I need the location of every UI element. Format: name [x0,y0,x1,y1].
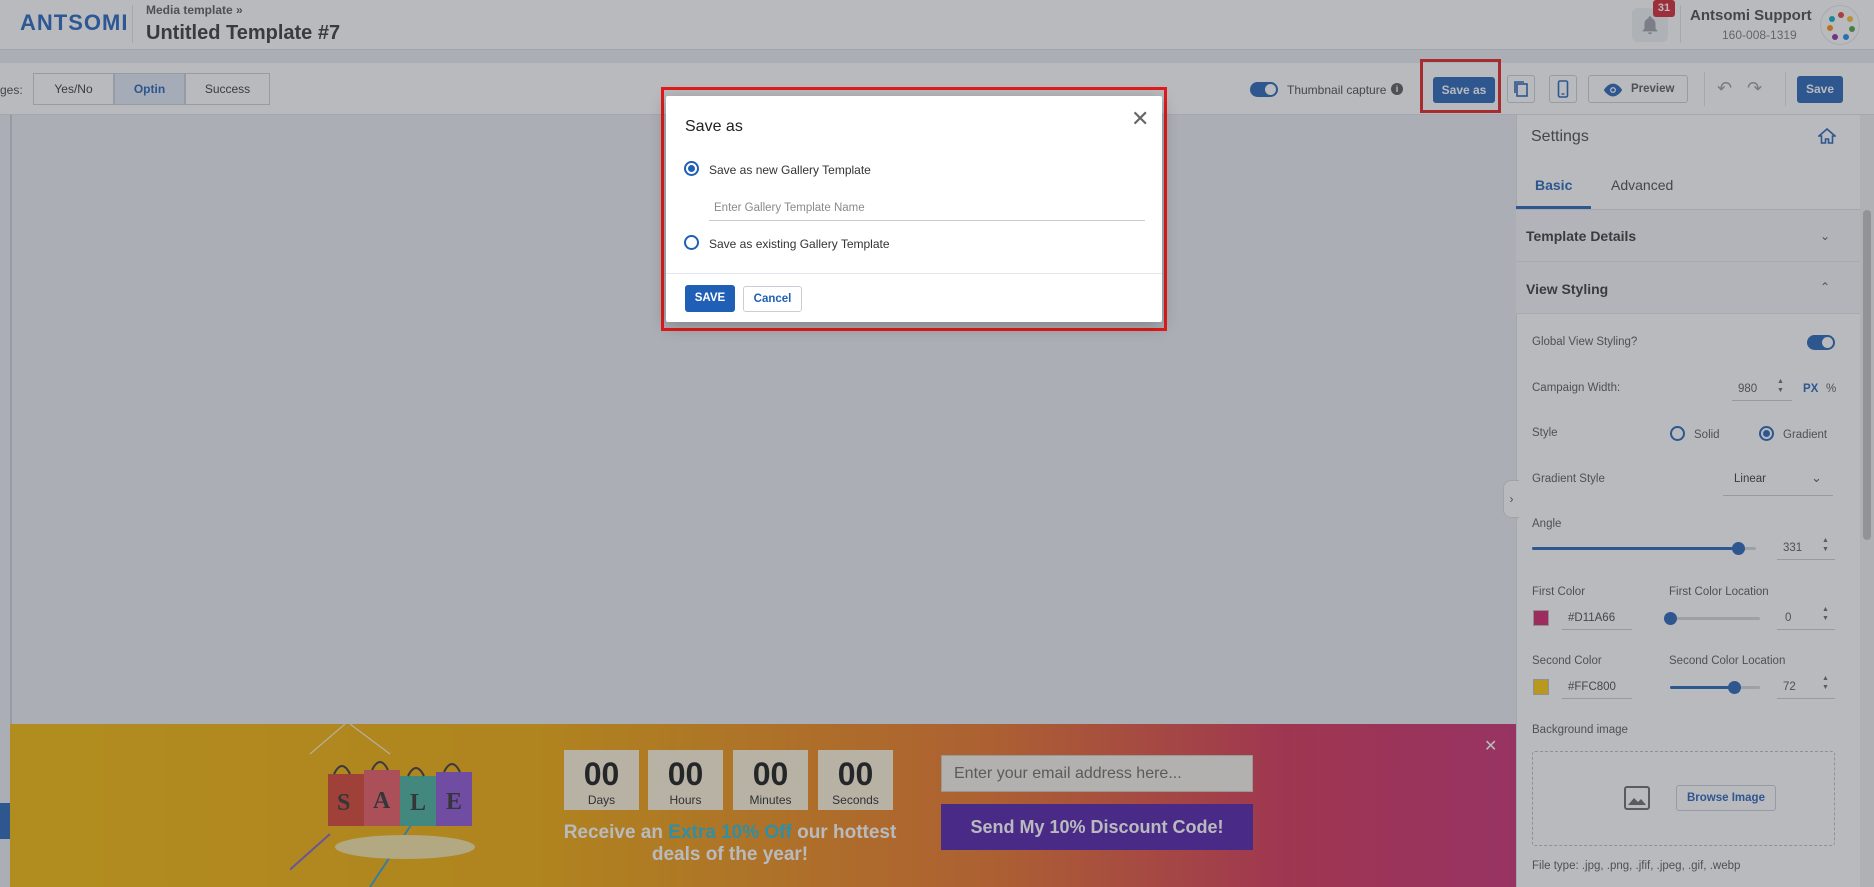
gallery-template-name-input[interactable] [709,195,1145,221]
save-new-label[interactable]: Save as new Gallery Template [709,163,871,177]
save-existing-label[interactable]: Save as existing Gallery Template [709,237,890,251]
dialog-title: Save as [685,118,743,135]
close-icon[interactable]: ✕ [1131,108,1149,130]
save-existing-radio[interactable] [684,235,699,250]
dialog-cancel-button[interactable]: Cancel [743,286,802,312]
dialog-save-button[interactable]: SAVE [685,285,735,312]
dialog-divider [666,273,1162,274]
save-new-radio[interactable] [684,161,699,176]
